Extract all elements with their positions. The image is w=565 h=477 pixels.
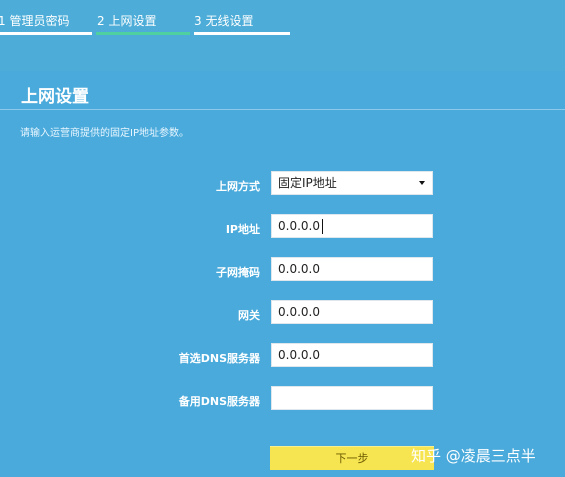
subnet-mask-label: 子网掩码: [216, 266, 260, 279]
connection-type-select[interactable]: 固定IP地址: [271, 171, 433, 195]
step-progress: 1 管理员密码 2 上网设置 3 无线设置: [0, 0, 565, 40]
chevron-down-icon: [419, 181, 425, 185]
step-line-active: [96, 32, 190, 35]
gateway-value: 0.0.0.0: [278, 305, 320, 319]
step-internet-settings[interactable]: 2 上网设置: [97, 12, 156, 29]
ip-address-value: 0.0.0.0: [278, 219, 320, 233]
primary-dns-value: 0.0.0.0: [278, 348, 320, 362]
step-line-admin: [0, 32, 92, 35]
secondary-dns-input[interactable]: [271, 386, 433, 410]
step-line-wireless: [194, 32, 290, 35]
page-description: 请输入运营商提供的固定IP地址参数。: [20, 128, 189, 139]
text-cursor: [322, 219, 323, 234]
step-admin-password[interactable]: 1 管理员密码: [0, 12, 69, 29]
primary-dns-label: 首选DNS服务器: [178, 352, 260, 365]
connection-type-label: 上网方式: [216, 180, 260, 193]
secondary-dns-label: 备用DNS服务器: [178, 395, 260, 408]
gateway-label: 网关: [238, 309, 260, 322]
gateway-input[interactable]: 0.0.0.0: [271, 300, 433, 324]
ip-address-input[interactable]: 0.0.0.0: [271, 214, 433, 238]
step-wireless-settings[interactable]: 3 无线设置: [194, 12, 253, 29]
subnet-mask-input[interactable]: 0.0.0.0: [271, 257, 433, 281]
connection-type-value: 固定IP地址: [278, 176, 337, 190]
page-title: 上网设置: [21, 87, 89, 107]
subnet-mask-value: 0.0.0.0: [278, 262, 320, 276]
primary-dns-input[interactable]: 0.0.0.0: [271, 343, 433, 367]
ip-address-label: IP地址: [225, 223, 260, 236]
next-button[interactable]: 下一步: [270, 446, 434, 470]
zhihu-watermark: 知乎 @凌晨三点半: [411, 447, 536, 465]
title-divider: [0, 109, 565, 110]
